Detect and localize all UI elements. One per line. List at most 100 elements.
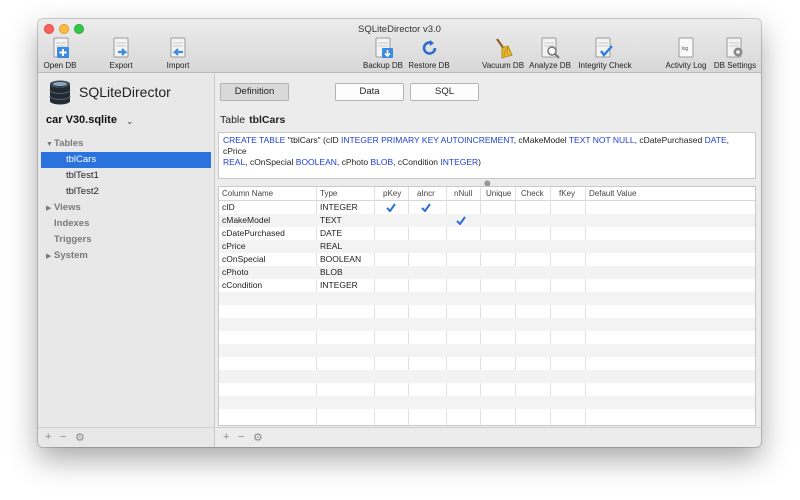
integrity-check-icon: [595, 37, 613, 58]
table-row[interactable]: cPhoto BLOB: [219, 266, 755, 279]
add-icon[interactable]: +: [45, 431, 51, 443]
sql-keyword: BOOLEAN: [295, 157, 337, 167]
sql-keyword: TEXT NOT NULL: [568, 135, 635, 145]
sql-text: ): [478, 157, 482, 167]
column-name-cell[interactable]: cMakeModel: [220, 214, 270, 227]
import-icon: [170, 37, 186, 58]
tree-item-tbltest2[interactable]: tblTest2: [38, 184, 215, 200]
empty-row: [219, 409, 755, 422]
tree-group-indexes[interactable]: Indexes: [38, 216, 215, 232]
gear-icon[interactable]: ⚙: [75, 431, 85, 444]
integrity-check-label: Integrity Check: [578, 61, 632, 70]
disclosure-closed-icon[interactable]: ▶: [46, 249, 54, 265]
table-row[interactable]: cID INTEGER: [219, 201, 755, 214]
disclosure-open-icon[interactable]: ▼: [46, 137, 54, 153]
vacuum-db-label: Vacuum DB: [481, 61, 525, 70]
header-unique[interactable]: Unique: [484, 187, 511, 201]
broom-icon: [496, 38, 513, 59]
checkmark-icon[interactable]: [421, 203, 431, 213]
column-type-cell[interactable]: TEXT: [318, 214, 342, 227]
column-type-cell[interactable]: INTEGER: [318, 279, 358, 292]
table-row[interactable]: cOnSpecial BOOLEAN: [219, 253, 755, 266]
column-name-cell[interactable]: cID: [220, 201, 235, 214]
sql-text: , cMakeModel: [513, 135, 569, 145]
header-default-value[interactable]: Default Value: [587, 187, 636, 201]
add-icon[interactable]: +: [223, 431, 229, 443]
header-check[interactable]: Check: [519, 187, 544, 201]
app-name: SQLiteDirector: [79, 84, 171, 100]
header-pkey[interactable]: pKey: [381, 187, 401, 201]
column-name-cell[interactable]: cDatePurchased: [220, 227, 285, 240]
empty-row: [219, 370, 755, 383]
column-name-cell[interactable]: cOnSpecial: [220, 253, 265, 266]
empty-row: [219, 357, 755, 370]
log-icon: log: [678, 37, 694, 58]
tab-sql[interactable]: SQL: [410, 83, 479, 101]
tab-data[interactable]: Data: [335, 83, 404, 101]
sql-keyword: INTEGER: [440, 157, 479, 167]
empty-row: [219, 344, 755, 357]
sql-keyword: BLOB: [370, 157, 394, 167]
gear-icon[interactable]: ⚙: [253, 431, 263, 444]
table-heading-name: tblCars: [249, 114, 286, 126]
column-name-cell[interactable]: cCondition: [220, 279, 262, 292]
column-name-cell[interactable]: cPrice: [220, 240, 246, 253]
column-type-cell[interactable]: BOOLEAN: [318, 253, 361, 266]
tree-group-triggers[interactable]: Triggers: [38, 232, 215, 248]
table-row[interactable]: cDatePurchased DATE: [219, 227, 755, 240]
column-type-cell[interactable]: DATE: [318, 227, 342, 240]
header-aincr[interactable]: aIncr: [415, 187, 435, 201]
tree-item-tblcars[interactable]: tblCars: [41, 152, 211, 168]
checkmark-icon[interactable]: [456, 216, 466, 226]
tree-item-tbltest1[interactable]: tblTest1: [38, 168, 215, 184]
tree-group-views[interactable]: ▶ Views: [38, 200, 215, 216]
sql-text: , cDatePurchased: [634, 135, 705, 145]
column-type-cell[interactable]: BLOB: [318, 266, 343, 279]
column-name-cell[interactable]: cPhoto: [220, 266, 248, 279]
table-row[interactable]: cMakeModel TEXT: [219, 214, 755, 227]
empty-row: [219, 396, 755, 409]
chevron-down-icon[interactable]: ⌄: [126, 116, 134, 127]
empty-row: [219, 331, 755, 344]
sql-text: , cPhoto: [336, 157, 371, 167]
app-window: SQLiteDirector v3.0 Open DB Export Impor…: [38, 19, 761, 447]
disclosure-closed-icon[interactable]: ▶: [46, 201, 54, 217]
header-fkey[interactable]: fKey: [557, 187, 575, 201]
tab-definition[interactable]: Definition: [220, 83, 289, 101]
column-type-cell[interactable]: REAL: [318, 240, 342, 253]
sql-keyword: INTEGER PRIMARY KEY AUTOINCREMENT: [340, 135, 514, 145]
db-settings-icon: [726, 37, 743, 58]
remove-icon[interactable]: −: [60, 431, 66, 443]
sql-keyword: DATE: [704, 135, 727, 145]
table-heading-prefix: Table: [220, 114, 246, 126]
sql-text: "tblCars" (cID: [285, 135, 341, 145]
analyze-db-label: Analyze DB: [529, 61, 571, 70]
columns-table: Column Name Type pKey aIncr nNull Unique…: [218, 186, 756, 426]
table-row[interactable]: cCondition INTEGER: [219, 279, 755, 292]
column-type-cell[interactable]: INTEGER: [318, 201, 358, 214]
remove-icon[interactable]: −: [238, 431, 244, 443]
empty-row: [219, 292, 755, 305]
sql-keyword: CREATE TABLE: [223, 135, 286, 145]
db-settings-label: DB Settings: [713, 61, 757, 70]
checkmark-icon[interactable]: [386, 203, 396, 213]
tree-group-system[interactable]: ▶ System: [38, 248, 215, 264]
restore-icon: [422, 40, 437, 55]
svg-text:log: log: [682, 46, 689, 52]
export-icon: [113, 37, 129, 58]
header-type[interactable]: Type: [318, 187, 337, 201]
create-sql-text[interactable]: CREATE TABLE "tblCars" (cID INTEGER PRIM…: [218, 132, 756, 179]
open-db-icon: [53, 37, 69, 58]
header-column-name[interactable]: Column Name: [220, 187, 273, 201]
window-title: SQLiteDirector v3.0: [358, 24, 441, 35]
toolbar: SQLiteDirector v3.0 Open DB Export Impor…: [38, 19, 761, 73]
tree-group-tables[interactable]: ▼Tables: [38, 136, 215, 152]
views-label: Views: [54, 202, 81, 213]
activity-log-label: Activity Log: [665, 61, 707, 70]
empty-row: [219, 305, 755, 318]
header-nnull[interactable]: nNull: [452, 187, 472, 201]
table-row[interactable]: cPrice REAL: [219, 240, 755, 253]
database-selector[interactable]: car V30.sqlite: [46, 114, 117, 126]
sql-text: , cOnSpecial: [245, 157, 296, 167]
backup-db-label: Backup DB: [362, 61, 404, 70]
